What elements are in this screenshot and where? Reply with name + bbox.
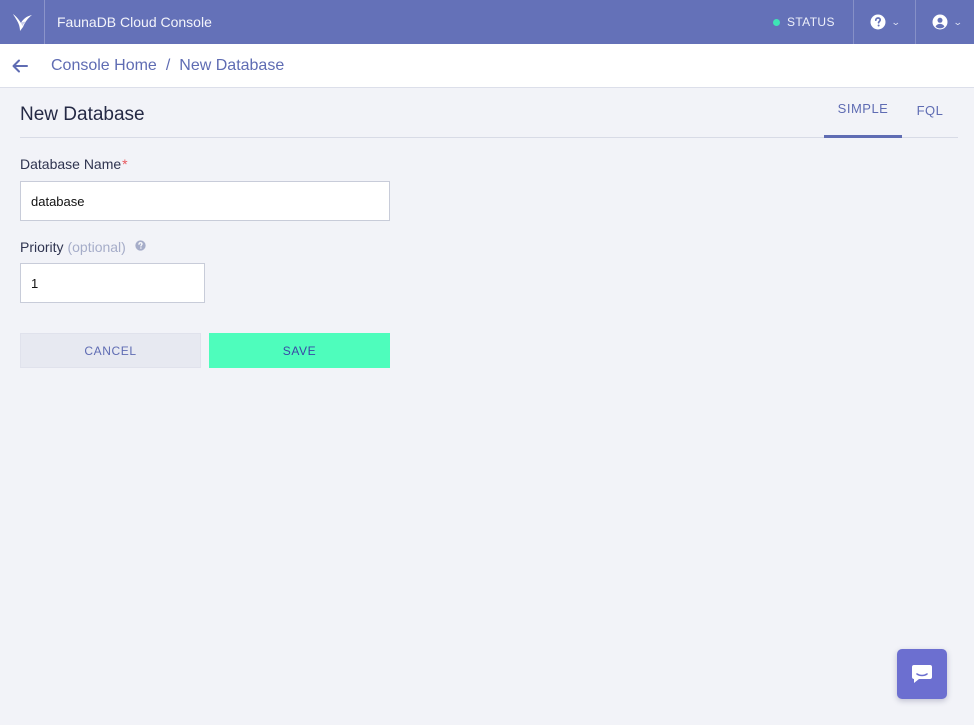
priority-label-text: Priority bbox=[20, 239, 64, 255]
tab-fql[interactable]: FQL bbox=[902, 88, 958, 138]
status-dot-icon bbox=[772, 18, 780, 26]
breadcrumb-console-home[interactable]: Console Home bbox=[51, 57, 157, 75]
fauna-logo-icon[interactable] bbox=[0, 0, 45, 44]
tab-simple[interactable]: SIMPLE bbox=[824, 88, 902, 138]
breadcrumb-separator: / bbox=[165, 56, 171, 74]
top-bar: FaunaDB Cloud Console STATUS ⌄ ⌄ bbox=[0, 0, 974, 44]
question-circle-icon[interactable] bbox=[135, 240, 146, 251]
chevron-down-icon: ⌄ bbox=[953, 16, 964, 27]
question-circle-icon bbox=[870, 14, 886, 30]
mode-tabs: SIMPLE FQL bbox=[824, 88, 958, 138]
save-button[interactable]: SAVE bbox=[209, 333, 390, 368]
breadcrumb-new-database: New Database bbox=[179, 56, 285, 74]
status-label: STATUS bbox=[786, 15, 835, 29]
priority-input[interactable] bbox=[20, 263, 205, 303]
help-menu-button[interactable]: ⌄ bbox=[854, 0, 917, 44]
required-asterisk: * bbox=[122, 156, 128, 172]
priority-optional-text: (optional) bbox=[67, 239, 126, 255]
page-header: New Database SIMPLE FQL bbox=[20, 88, 958, 138]
app-title: FaunaDB Cloud Console bbox=[57, 14, 212, 30]
chevron-down-icon: ⌄ bbox=[890, 16, 901, 27]
user-circle-icon bbox=[932, 14, 948, 30]
cancel-button[interactable]: CANCEL bbox=[20, 333, 201, 368]
status-indicator[interactable]: STATUS bbox=[772, 0, 854, 44]
breadcrumb-bar: Console Home / New Database bbox=[0, 44, 974, 88]
chat-bubble-icon bbox=[912, 665, 932, 683]
account-menu-button[interactable]: ⌄ bbox=[916, 0, 974, 44]
database-name-label-text: Database Name bbox=[20, 156, 122, 172]
breadcrumb: Console Home / New Database bbox=[51, 57, 284, 75]
database-name-label: Database Name* bbox=[20, 156, 128, 172]
database-name-input[interactable] bbox=[20, 181, 390, 221]
page-title: New Database bbox=[20, 104, 145, 125]
priority-label: Priority (optional) bbox=[20, 239, 126, 255]
back-button[interactable] bbox=[0, 44, 40, 88]
arrow-left-icon bbox=[12, 59, 28, 72]
chat-launcher-button[interactable] bbox=[897, 649, 947, 699]
